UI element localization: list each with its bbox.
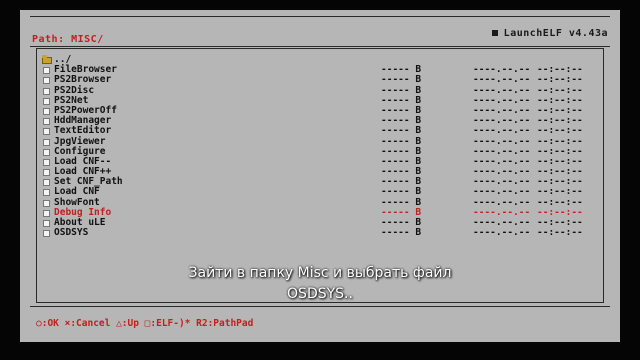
footer-divider [30, 306, 610, 307]
file-icon [43, 128, 50, 136]
file-date: ----.--.-- [473, 227, 531, 239]
file-time: --:--:-- [537, 227, 583, 239]
file-icon [43, 230, 50, 238]
subtitle-line-1: Зайти в папку Misc и выбрать файл [188, 265, 452, 281]
file-icon [43, 179, 50, 187]
file-name: TextEditor [54, 125, 112, 137]
file-name: OSDSYS [54, 227, 89, 239]
file-icon [43, 169, 50, 177]
file-icon [43, 67, 50, 75]
file-list-item[interactable]: OSDSYS ----- B ----.--.-- --:--:-- [41, 227, 595, 239]
file-icon [43, 87, 50, 95]
file-icon [43, 107, 50, 115]
folder-icon [42, 55, 52, 64]
file-size: ----- B [381, 227, 422, 239]
path-label: Path: MISC/ [32, 34, 104, 45]
top-divider [30, 16, 610, 17]
app-title: LaunchELF v4.43a [491, 28, 608, 39]
app-title-text: LaunchELF v4.43a [503, 28, 608, 39]
file-icon [43, 118, 50, 126]
file-icon [43, 199, 50, 207]
video-subtitle: Зайти в папку Misc и выбрать файл OSDSYS… [0, 263, 640, 305]
file-icon [43, 77, 50, 85]
file-icon [43, 189, 50, 197]
app-square-icon [491, 30, 498, 36]
file-list: ../FileBrowser ----- B ----.--.-- --:--:-- P… [41, 54, 595, 239]
file-icon [43, 220, 50, 227]
file-icon [43, 138, 50, 146]
file-icon [43, 209, 50, 217]
file-list-item[interactable]: TextEditor ----- B ----.--.-- --:--:-- [41, 126, 595, 136]
file-date: ----.--.-- [473, 125, 531, 137]
file-time: --:--:-- [537, 125, 583, 137]
subtitle-line-2: OSDSYS.. [287, 286, 353, 302]
file-icon [43, 97, 50, 105]
file-icon [43, 158, 50, 166]
file-icon [43, 148, 50, 156]
file-size: ----- B [381, 125, 422, 137]
header-divider [30, 46, 610, 47]
button-hint-bar: ○:OK ×:Cancel △:Up □:ELF-)* R2:PathPad [36, 318, 254, 329]
